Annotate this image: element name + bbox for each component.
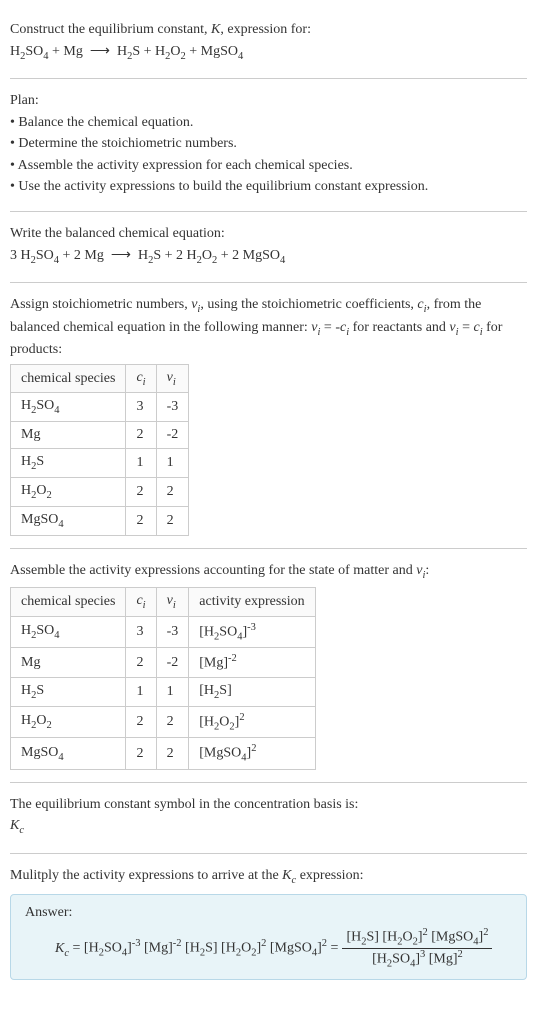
plan-item: • Determine the stoichiometric numbers. <box>10 134 527 154</box>
plan-item: • Assemble the activity expression for e… <box>10 156 527 176</box>
divider <box>10 853 527 854</box>
plan-item: • Balance the chemical equation. <box>10 113 527 133</box>
cell: 2 <box>126 648 156 678</box>
cell: 2 <box>156 506 189 535</box>
stoich-table: chemical species ci νi H2SO43-3 Mg2-2 H2… <box>10 364 189 536</box>
eqconst-symbol: Kc <box>10 816 527 838</box>
cell: [MgSO4]2 <box>189 738 315 769</box>
eqconst-section: The equilibrium constant symbol in the c… <box>10 785 527 851</box>
problem-line1: Construct the equilibrium constant, K, e… <box>10 20 527 40</box>
cell: 2 <box>156 738 189 769</box>
col-species: chemical species <box>11 588 126 617</box>
cell: 1 <box>126 449 156 478</box>
table-row: H2SO43-3[H2SO4]-3 <box>11 616 316 647</box>
table-row: H2O222[H2O2]2 <box>11 706 316 737</box>
cell: 2 <box>156 478 189 507</box>
balanced-title: Write the balanced chemical equation: <box>10 224 527 244</box>
problem-equation: H2SO4 + Mg ⟶ H2S + H2O2 + MgSO4 <box>10 42 527 64</box>
cell: -3 <box>156 616 189 647</box>
cell: [H2S] <box>189 678 315 707</box>
cell: -3 <box>156 393 189 422</box>
table-row: MgSO422[MgSO4]2 <box>11 738 316 769</box>
table-row: Mg2-2[Mg]-2 <box>11 648 316 678</box>
answer-label: Answer: <box>25 905 512 921</box>
cell: 1 <box>156 449 189 478</box>
cell: -2 <box>156 648 189 678</box>
cell: H2SO4 <box>11 393 126 422</box>
cell: Mg <box>11 648 126 678</box>
multiply-intro: Mulitply the activity expressions to arr… <box>10 866 527 888</box>
cell: 2 <box>126 478 156 507</box>
cell: -2 <box>156 422 189 449</box>
answer-lhs: Kc = [H2SO4]-3 [Mg]-2 [H2S] [H2O2]2 [MgS… <box>55 938 338 958</box>
cell: 2 <box>156 706 189 737</box>
activity-section: Assemble the activity expressions accoun… <box>10 551 527 780</box>
cell: H2O2 <box>11 478 126 507</box>
answer-fraction: [H2S] [H2O2]2 [MgSO4]2 [H2SO4]3 [Mg]2 <box>342 927 492 969</box>
cell: 2 <box>126 738 156 769</box>
cell: 3 <box>126 393 156 422</box>
cell: 2 <box>126 422 156 449</box>
cell: 1 <box>156 678 189 707</box>
answer-denominator: [H2SO4]3 [Mg]2 <box>342 949 492 969</box>
stoich-section: Assign stoichiometric numbers, νi, using… <box>10 285 527 546</box>
col-ci: ci <box>126 588 156 617</box>
table-header-row: chemical species ci νi <box>11 364 189 393</box>
cell: 1 <box>126 678 156 707</box>
answer-formula: Kc = [H2SO4]-3 [Mg]-2 [H2S] [H2O2]2 [MgS… <box>25 927 512 969</box>
cell: 2 <box>126 506 156 535</box>
divider <box>10 282 527 283</box>
cell: H2O2 <box>11 706 126 737</box>
balanced-equation: 3 H2SO4 + 2 Mg ⟶ H2S + 2 H2O2 + 2 MgSO4 <box>10 246 527 268</box>
divider <box>10 78 527 79</box>
cell: H2S <box>11 678 126 707</box>
cell: MgSO4 <box>11 506 126 535</box>
table-row: MgSO422 <box>11 506 189 535</box>
table-row: Mg2-2 <box>11 422 189 449</box>
table-header-row: chemical species ci νi activity expressi… <box>11 588 316 617</box>
divider <box>10 782 527 783</box>
table-row: H2SO43-3 <box>11 393 189 422</box>
col-vi: νi <box>156 364 189 393</box>
eqconst-line1: The equilibrium constant symbol in the c… <box>10 795 527 815</box>
col-vi: νi <box>156 588 189 617</box>
divider <box>10 211 527 212</box>
divider <box>10 548 527 549</box>
col-activity: activity expression <box>189 588 315 617</box>
cell: [H2O2]2 <box>189 706 315 737</box>
cell: H2SO4 <box>11 616 126 647</box>
stoich-intro: Assign stoichiometric numbers, νi, using… <box>10 295 527 360</box>
col-species: chemical species <box>11 364 126 393</box>
cell: H2S <box>11 449 126 478</box>
cell: MgSO4 <box>11 738 126 769</box>
cell: 2 <box>126 706 156 737</box>
col-ci: ci <box>126 364 156 393</box>
cell: 3 <box>126 616 156 647</box>
table-row: H2S11 <box>11 449 189 478</box>
plan-section: Plan: • Balance the chemical equation. •… <box>10 81 527 209</box>
multiply-section: Mulitply the activity expressions to arr… <box>10 856 527 990</box>
table-row: H2O222 <box>11 478 189 507</box>
cell: [H2SO4]-3 <box>189 616 315 647</box>
problem-statement: Construct the equilibrium constant, K, e… <box>10 10 527 76</box>
table-row: H2S11[H2S] <box>11 678 316 707</box>
activity-intro: Assemble the activity expressions accoun… <box>10 561 527 583</box>
activity-table: chemical species ci νi activity expressi… <box>10 587 316 770</box>
plan-item: • Use the activity expressions to build … <box>10 177 527 197</box>
cell: Mg <box>11 422 126 449</box>
answer-numerator: [H2S] [H2O2]2 [MgSO4]2 <box>342 927 492 948</box>
plan-title: Plan: <box>10 91 527 111</box>
balanced-section: Write the balanced chemical equation: 3 … <box>10 214 527 280</box>
cell: [Mg]-2 <box>189 648 315 678</box>
answer-box: Answer: Kc = [H2SO4]-3 [Mg]-2 [H2S] [H2O… <box>10 894 527 980</box>
